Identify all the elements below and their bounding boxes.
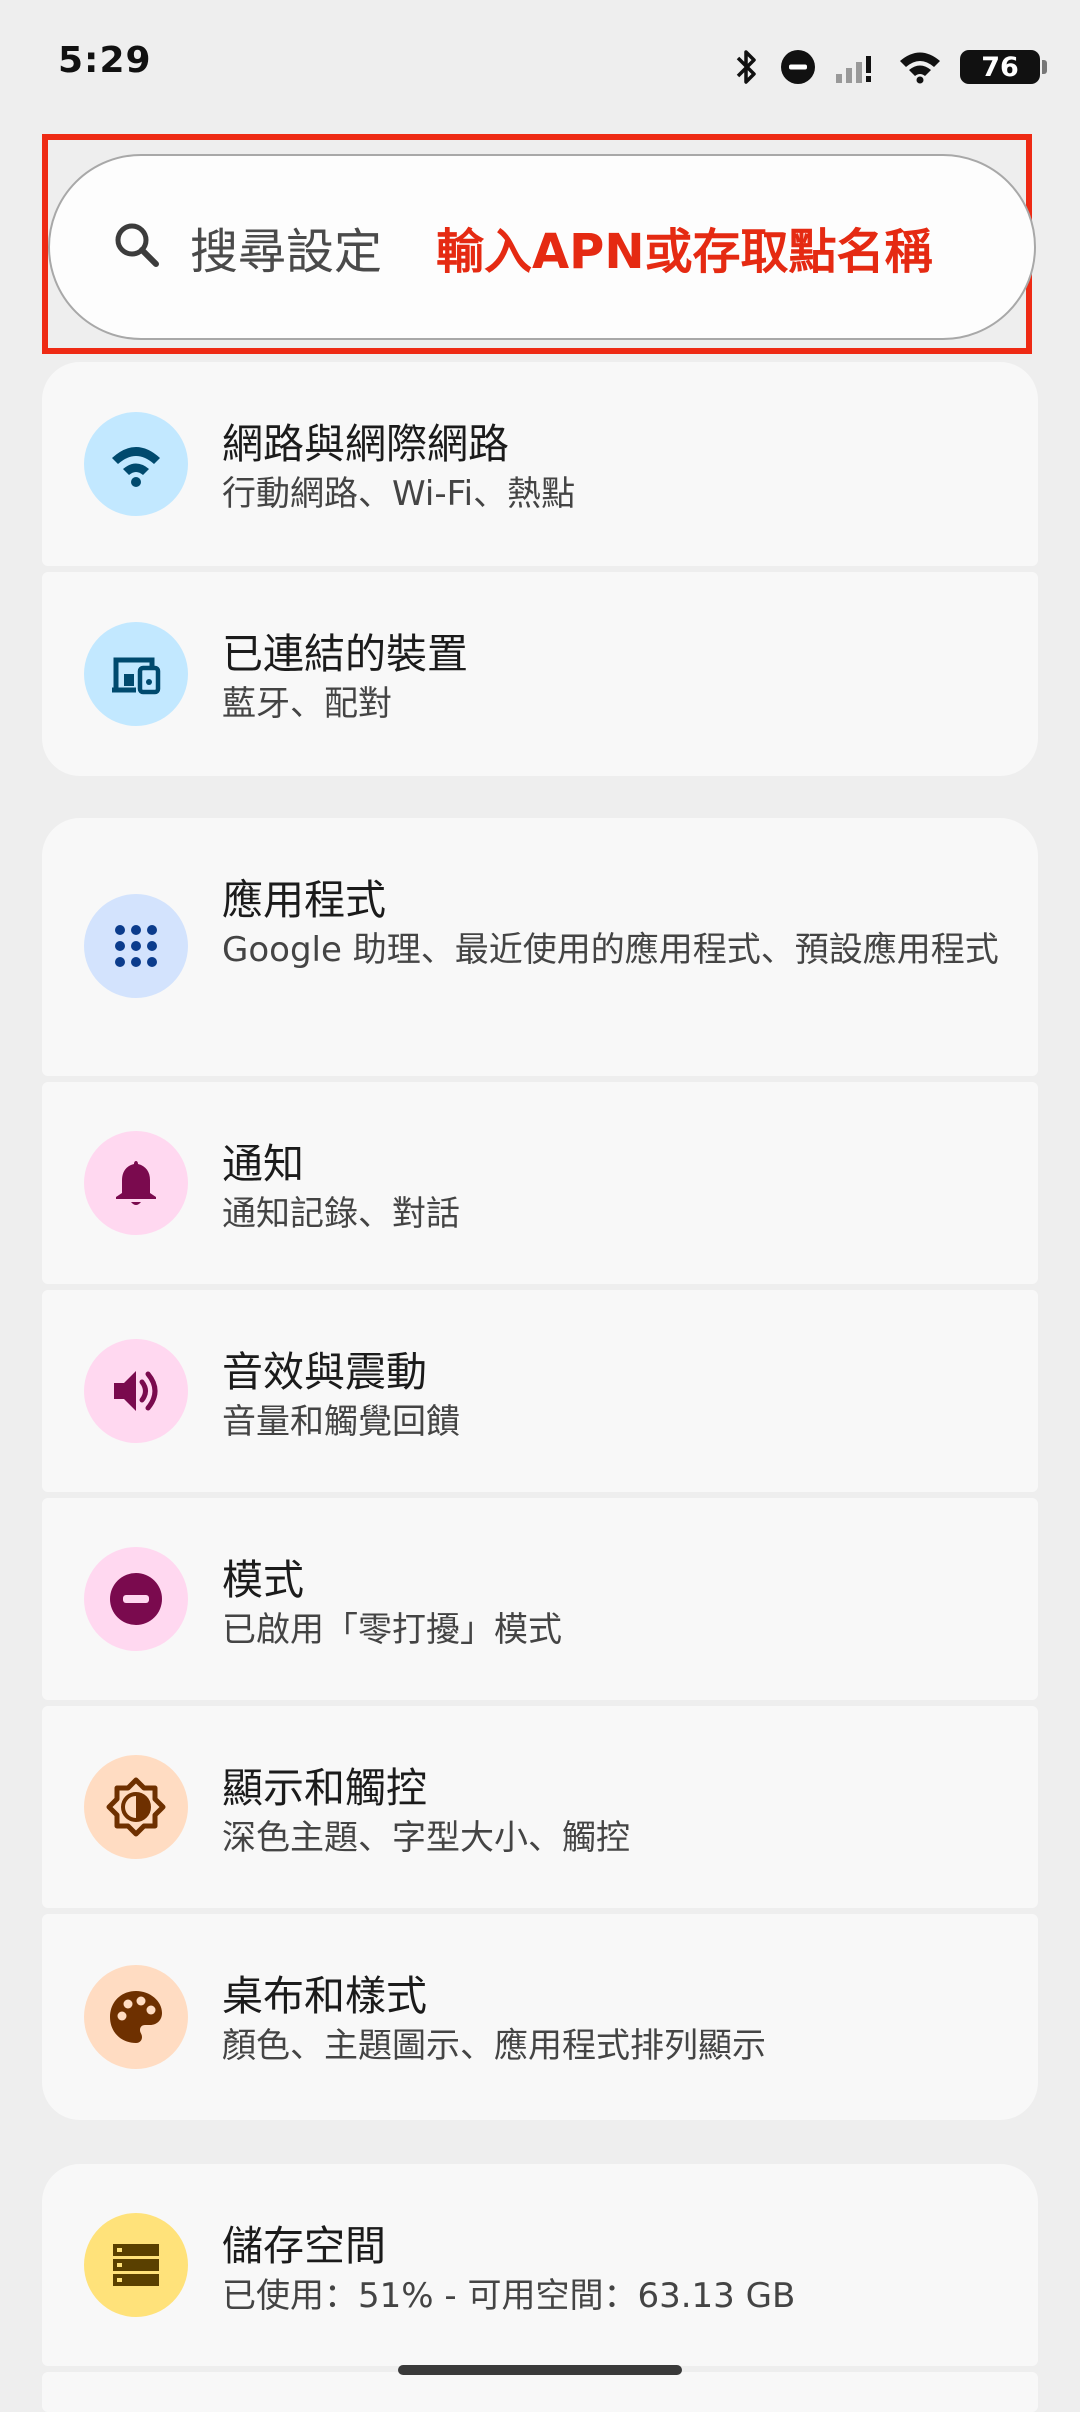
setting-item-display[interactable]: 顯示和觸控 深色主題、字型大小、觸控 (42, 1706, 1038, 1908)
setting-item-partial[interactable] (42, 2372, 1038, 2412)
battery-icon: 76 (960, 50, 1047, 84)
storage-icon (84, 2213, 188, 2317)
setting-title: 應用程式 (222, 876, 386, 924)
setting-title: 已連結的裝置 (222, 630, 468, 678)
setting-item-storage[interactable]: 儲存空間 已使用：51% - 可用空間：63.13 GB (42, 2164, 1038, 2366)
wifi-icon (84, 412, 188, 516)
setting-item-sound[interactable]: 音效與震動 音量和觸覺回饋 (42, 1290, 1038, 1492)
wifi-icon (898, 50, 942, 84)
setting-subtitle: 藍牙、配對 (222, 684, 392, 724)
speaker-icon (84, 1339, 188, 1443)
setting-subtitle: 音量和觸覺回饋 (222, 1402, 460, 1442)
setting-item-modes[interactable]: 模式 已啟用「零打擾」模式 (42, 1498, 1038, 1700)
do-not-disturb-icon (780, 49, 816, 85)
bluetooth-icon (732, 48, 762, 86)
setting-subtitle: 行動網路、Wi-Fi、熱點 (222, 474, 576, 514)
setting-item-apps[interactable]: 應用程式 Google 助理、最近使用的應用程式、預設應用程式 (42, 818, 1038, 1076)
setting-subtitle: 已使用：51% - 可用空間：63.13 GB (222, 2276, 796, 2316)
signal-icon (834, 50, 880, 84)
status-bar: 5:29 76 (0, 0, 1080, 130)
bell-icon (84, 1131, 188, 1235)
setting-title: 模式 (222, 1556, 304, 1604)
palette-icon (84, 1965, 188, 2069)
apps-grid-icon (84, 894, 188, 998)
brightness-icon (84, 1755, 188, 1859)
status-icons: 76 (732, 42, 1047, 92)
setting-title: 通知 (222, 1140, 304, 1188)
navigation-handle[interactable] (398, 2365, 682, 2375)
setting-subtitle: 通知記錄、對話 (222, 1194, 460, 1234)
setting-title: 顯示和觸控 (222, 1764, 427, 1812)
setting-title: 儲存空間 (222, 2222, 386, 2270)
setting-subtitle: Google 助理、最近使用的應用程式、預設應用程式 (222, 930, 999, 970)
setting-subtitle: 深色主題、字型大小、觸控 (222, 1818, 630, 1858)
battery-level: 76 (981, 51, 1019, 83)
setting-item-connected-devices[interactable]: 已連結的裝置 藍牙、配對 (42, 572, 1038, 776)
setting-subtitle: 顏色、主題圖示、應用程式排列顯示 (222, 2026, 766, 2066)
setting-item-wallpaper[interactable]: 桌布和樣式 顏色、主題圖示、應用程式排列顯示 (42, 1914, 1038, 2120)
setting-subtitle: 已啟用「零打擾」模式 (222, 1610, 562, 1650)
setting-title: 桌布和樣式 (222, 1972, 427, 2020)
setting-title: 網路與網際網路 (222, 420, 509, 468)
setting-item-network[interactable]: 網路與網際網路 行動網路、Wi-Fi、熱點 (42, 362, 1038, 566)
do-not-disturb-icon (84, 1547, 188, 1651)
search-bar[interactable]: 搜尋設定 輸入APN或存取點名稱 (48, 154, 1036, 340)
status-time: 5:29 (58, 40, 152, 81)
connected-devices-icon (84, 622, 188, 726)
search-annotation: 輸入APN或存取點名稱 (436, 224, 933, 280)
search-icon (110, 218, 164, 276)
setting-item-notifications[interactable]: 通知 通知記錄、對話 (42, 1082, 1038, 1284)
search-placeholder[interactable]: 搜尋設定 (190, 212, 382, 282)
setting-title: 音效與震動 (222, 1348, 427, 1396)
